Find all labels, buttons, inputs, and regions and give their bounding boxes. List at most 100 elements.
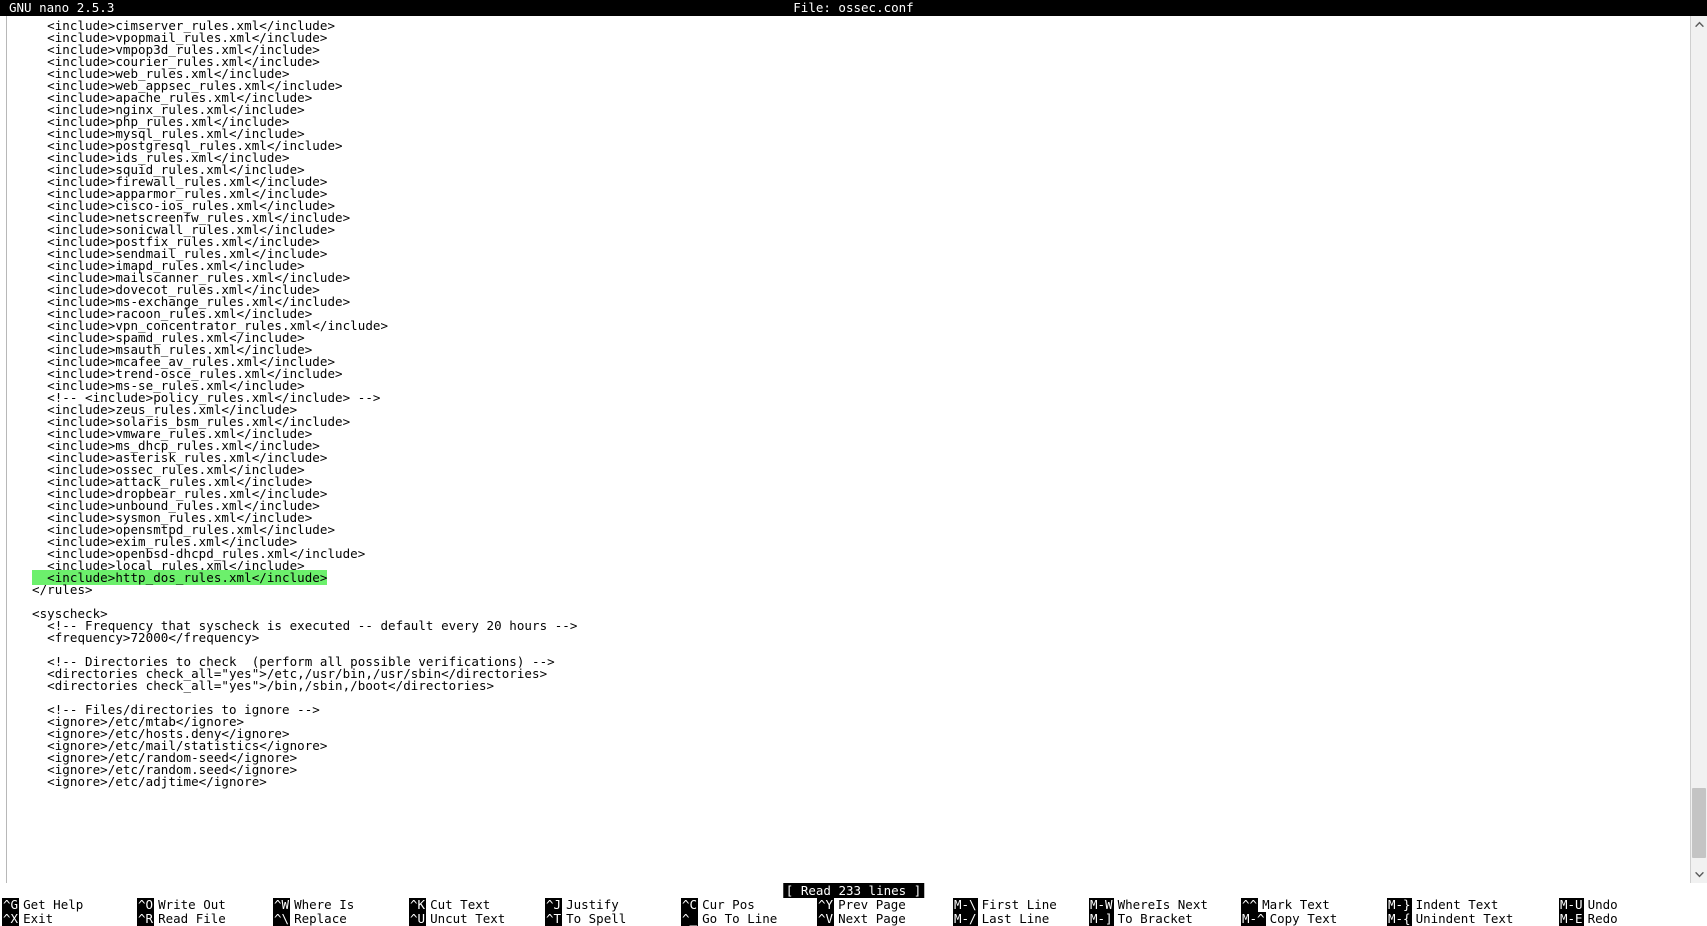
shortcut-label: Uncut Text	[430, 911, 506, 926]
shortcut-group: ^K Cut Text ^U Uncut Text	[409, 898, 545, 926]
text-buffer[interactable]: <include>cimserver_rules.xml</include> <…	[7, 16, 1690, 883]
nano-editor-window: GNU nano 2.5.3 File: ossec.conf <include…	[0, 0, 1707, 926]
shortcut-item[interactable]: ^Y Prev Page	[817, 898, 953, 912]
shortcut-key: ^R	[137, 911, 155, 926]
shortcut-key: M-{	[1387, 911, 1412, 926]
shortcut-label: Get Help	[23, 898, 84, 912]
shortcut-key: ^_	[681, 911, 699, 926]
shortcut-bar: ^G Get Help ^X Exit ^O Write Out ^R Read File ^W…	[0, 898, 1707, 926]
shortcut-item[interactable]: ^T To Spell	[545, 912, 681, 926]
shortcut-label: To Bracket	[1117, 911, 1193, 926]
scrollbar-track[interactable]	[1691, 33, 1707, 866]
shortcut-label: Indent Text	[1415, 898, 1499, 912]
shortcut-item[interactable]: M-E Redo	[1559, 912, 1649, 926]
shortcut-item[interactable]: M-U Undo	[1559, 898, 1649, 912]
shortcut-group: ^Y Prev Page ^V Next Page	[817, 898, 953, 926]
shortcut-key: ^G	[2, 898, 20, 912]
scroll-up-arrow-icon[interactable]	[1691, 16, 1707, 33]
vertical-scrollbar[interactable]	[1690, 16, 1707, 883]
shortcut-label: Mark Text	[1262, 898, 1330, 912]
shortcut-key: M-]	[1089, 911, 1114, 926]
shortcut-key: M-U	[1559, 898, 1584, 912]
file-name-label: File: ossec.conf	[793, 0, 914, 15]
shortcut-item[interactable]: M-] To Bracket	[1089, 912, 1241, 926]
shortcut-group: ^O Write Out ^R Read File	[137, 898, 273, 926]
shortcut-key: ^X	[2, 911, 20, 926]
shortcut-item[interactable]: ^K Cut Text	[409, 898, 545, 912]
shortcut-item[interactable]: M-{Unindent Text	[1387, 912, 1559, 926]
shortcut-item[interactable]: ^O Write Out	[137, 898, 273, 912]
shortcut-key: ^V	[817, 911, 835, 926]
shortcut-item[interactable]: ^X Exit	[2, 912, 137, 926]
shortcut-label: Last Line	[981, 911, 1050, 926]
shortcut-item[interactable]: ^\ Replace	[273, 912, 409, 926]
shortcut-group: M-} Indent Text M-{Unindent Text	[1387, 898, 1559, 926]
shortcut-label: Go To Line	[702, 911, 778, 926]
shortcut-group: ^^ Mark Text M-^ Copy Text	[1241, 898, 1387, 926]
shortcut-key: ^\	[273, 911, 291, 926]
scroll-down-arrow-icon[interactable]	[1691, 866, 1707, 883]
shortcut-group: M-W WhereIs Next M-] To Bracket	[1089, 898, 1241, 926]
shortcut-label: Justify	[566, 898, 619, 912]
shortcut-item[interactable]: M-} Indent Text	[1387, 898, 1559, 912]
shortcut-key: ^K	[409, 898, 427, 912]
shortcut-key: ^W	[273, 898, 291, 912]
shortcut-group: ^C Cur Pos ^_ Go To Line	[681, 898, 817, 926]
shortcut-label: Write Out	[158, 898, 226, 912]
shortcut-item[interactable]: ^U Uncut Text	[409, 912, 545, 926]
shortcut-label: Next Page	[838, 911, 906, 926]
shortcut-group: M-\ First Line M-/Last Line	[953, 898, 1089, 926]
shortcut-label: Cut Text	[430, 898, 491, 912]
shortcut-key: M-W	[1089, 898, 1114, 912]
shortcut-label: Undo	[1587, 898, 1618, 912]
shortcut-item[interactable]: ^J Justify	[545, 898, 681, 912]
shortcut-key: ^J	[545, 898, 563, 912]
shortcut-key: M-}	[1387, 898, 1412, 912]
shortcut-item[interactable]: M-^ Copy Text	[1241, 912, 1387, 926]
editor-line[interactable]: <!-- Files/directories to ignore -->	[7, 703, 1690, 716]
shortcut-item[interactable]: ^^ Mark Text	[1241, 898, 1387, 912]
shortcut-label: To Spell	[566, 911, 627, 926]
shortcut-key: M-E	[1559, 911, 1584, 926]
shortcut-group: ^J Justify ^T To Spell	[545, 898, 681, 926]
editor-line[interactable]: </rules>	[7, 583, 1690, 596]
shortcut-label: Cur Pos	[702, 898, 755, 912]
shortcut-key: M-/	[953, 911, 978, 926]
shortcut-key: ^T	[545, 911, 563, 926]
shortcut-item[interactable]: M-\ First Line	[953, 898, 1089, 912]
shortcut-label: WhereIs Next	[1117, 898, 1208, 912]
shortcut-group: ^G Get Help ^X Exit	[2, 898, 137, 926]
editor-area: <include>cimserver_rules.xml</include> <…	[0, 16, 1707, 883]
shortcut-label: Where Is	[294, 898, 355, 912]
shortcut-item[interactable]: ^_ Go To Line	[681, 912, 817, 926]
editor-line[interactable]	[7, 596, 1690, 608]
shortcut-key: M-^	[1241, 911, 1266, 926]
editor-line[interactable]: <frequency>72000</frequency>	[7, 631, 1690, 644]
editor-line[interactable]: <!-- Frequency that syscheck is executed…	[7, 619, 1690, 632]
shortcut-key: ^U	[409, 911, 427, 926]
title-bar: GNU nano 2.5.3 File: ossec.conf	[0, 0, 1707, 16]
editor-line[interactable]: <ignore>/etc/adjtime</ignore>	[7, 775, 1690, 788]
shortcut-item[interactable]: ^R Read File	[137, 912, 273, 926]
shortcut-label: Unindent Text	[1415, 911, 1514, 926]
editor-line[interactable]: <directories check_all="yes">/bin,/sbin,…	[7, 679, 1690, 692]
shortcut-item[interactable]: M-W WhereIs Next	[1089, 898, 1241, 912]
shortcut-group: M-U Undo M-E Redo	[1559, 898, 1649, 926]
shortcut-group: ^W Where Is ^\ Replace	[273, 898, 409, 926]
shortcut-item[interactable]: ^G Get Help	[2, 898, 137, 912]
left-gutter	[0, 16, 7, 883]
editor-line[interactable]: <include>http_dos_rules.xml</include>	[7, 570, 1690, 585]
shortcut-label: Exit	[23, 911, 54, 926]
shortcut-key: M-\	[953, 898, 978, 912]
shortcut-item[interactable]: ^V Next Page	[817, 912, 953, 926]
scrollbar-thumb[interactable]	[1692, 788, 1706, 858]
shortcut-label: Prev Page	[838, 898, 906, 912]
shortcut-key: ^^	[1241, 898, 1259, 912]
shortcut-item[interactable]: ^C Cur Pos	[681, 898, 817, 912]
shortcut-label: First Line	[981, 898, 1057, 912]
shortcut-label: Read File	[158, 911, 226, 926]
status-message: [ Read 233 lines ]	[782, 883, 925, 898]
shortcut-item[interactable]: ^W Where Is	[273, 898, 409, 912]
shortcut-item[interactable]: M-/Last Line	[953, 912, 1089, 926]
shortcut-key: ^Y	[817, 898, 835, 912]
